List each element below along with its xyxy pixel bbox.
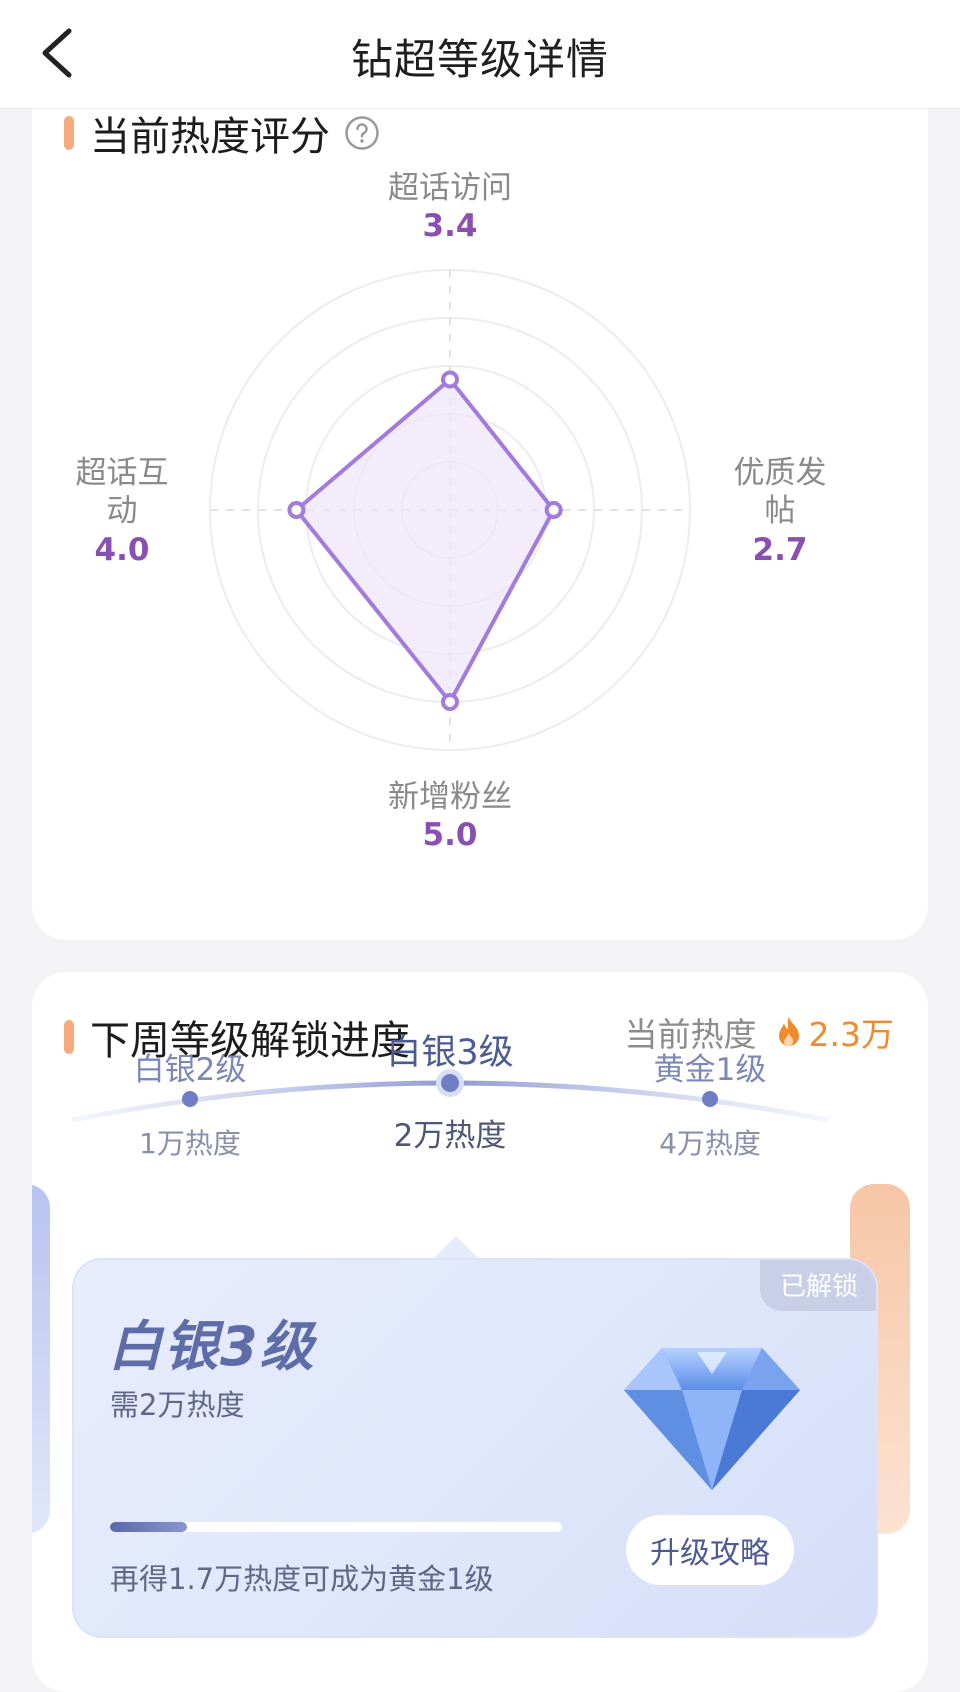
level-heat-gold1: 4万热度 [659,1127,761,1160]
radar-point [441,370,459,389]
diamond-icon [624,1348,800,1490]
axis-value-visit: 3.4 [423,208,478,244]
level-name-silver2[interactable]: 白银2级 [134,1044,247,1089]
radar-point [544,501,563,519]
axis-label-fans: 新增粉丝 [388,779,512,815]
axis-label-post-line2: 帖 [765,493,796,529]
radar-point [287,501,306,519]
top-bar: 钻超等级详情 [0,0,960,109]
level-card-requirement: 需2万热度 [110,1388,245,1422]
level-progress-tip: 再得1.7万热度可成为黄金1级 [110,1562,494,1596]
axis-label-interact-line2: 动 [107,493,138,529]
level-dot-silver3 [441,1074,459,1092]
level-name-gold1[interactable]: 黄金1级 [654,1044,767,1089]
heat-score-card: 当前热度评分 超话访问 3.4 优质发 帖 2.7 新增粉丝 5.0 超话互 动… [32,70,928,940]
level-card-silver3[interactable]: 已解锁 白银3级 需2万热度 再得1.7万热度可成为黄金1级 升级攻略 [72,1258,878,1638]
level-heat-silver3: 2万热度 [393,1118,507,1154]
radar-point [441,693,459,711]
axis-value-interact: 4.0 [95,532,150,568]
level-card-title: 白银3级 [108,1315,316,1378]
level-progress-bar [110,1522,562,1532]
radar-chart: 超话访问 3.4 优质发 帖 2.7 新增粉丝 5.0 超话互 动 4.0 [76,170,827,853]
prev-level-card[interactable] [32,1184,50,1534]
page-title: 钻超等级详情 [350,35,609,84]
axis-label-visit: 超话访问 [388,170,512,206]
level-dot-gold1 [702,1091,718,1107]
level-progress-fill [110,1522,187,1532]
axis-value-fans: 5.0 [423,817,478,853]
radar-area [294,377,556,704]
axis-label-post-line1: 优质发 [734,455,827,491]
level-name-silver3[interactable]: 白银3级 [386,1024,513,1075]
unlock-progress-card: 下周等级解锁进度 当前热度 2.3万 白银2级 白银3级 黄金1级 1万热度 2… [32,972,928,1692]
upgrade-guide-button[interactable]: 升级攻略 [626,1515,794,1585]
axis-label-interact-line1: 超话互 [76,455,169,491]
level-heat-silver2: 1万热度 [139,1127,241,1160]
unlocked-badge: 已解锁 [759,1260,876,1311]
axis-value-post: 2.7 [753,532,808,568]
card-pointer [432,1236,480,1260]
level-dot-silver2 [182,1091,198,1107]
